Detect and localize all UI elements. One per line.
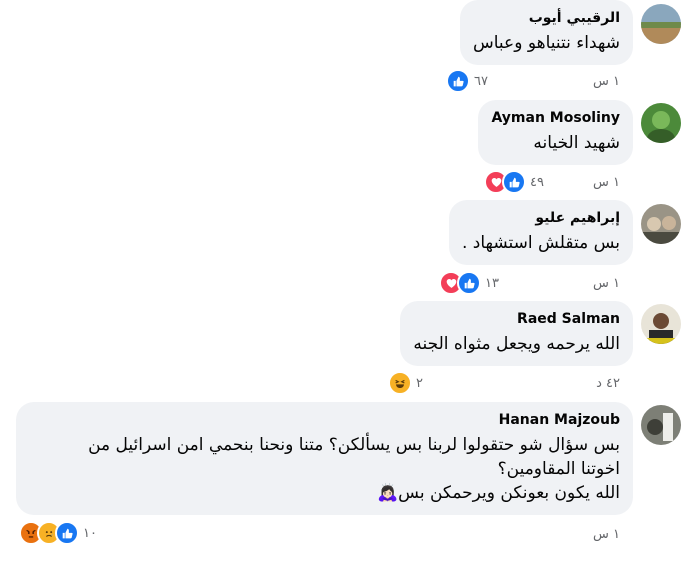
reaction-count: ٤٩ [530,174,544,190]
comment-text-line: بس سؤال شو حتقولوا لربنا بس يسألكن؟ متنا… [88,435,620,455]
like-icon [446,69,470,93]
comment-text-line: الله يكون بعونكن ويرحمكن بس🙇🏻‍♀️ [377,483,620,503]
comment-author[interactable]: Ayman Mosoliny [491,109,620,127]
avatar[interactable] [641,304,681,344]
comment-author[interactable]: الرقيبي أيوب [473,9,620,27]
comment-author[interactable]: إبراهيم عليو [462,209,620,227]
avatar[interactable] [641,103,681,143]
like-icon [502,170,526,194]
comment-author[interactable]: Raed Salman [413,310,620,328]
comment-bubble: إبراهيم عليو بس متقلش استشهاد . [448,200,633,265]
comment-text: شهداء نتنياهو وعباس [473,33,620,53]
comment-timestamp[interactable]: ١ س [593,276,620,291]
comment-bubble: Raed Salman الله يرحمه ويجعل مثواه الجنه [400,301,633,366]
avatar[interactable] [641,204,681,244]
reaction-summary[interactable]: ١٠ [19,521,97,545]
reaction-count: ٢ [416,375,423,391]
comment-bubble: الرقيبي أيوب شهداء نتنياهو وعباس [460,0,633,65]
comment-timestamp[interactable]: ١ س [593,74,620,89]
like-icon [457,271,481,295]
reaction-count: ١٠ [83,525,97,541]
comment-timestamp[interactable]: ١ س [593,527,620,542]
comment-text: الله يرحمه ويجعل مثواه الجنه [413,334,620,354]
avatar[interactable] [641,4,681,44]
reaction-count: ١٣ [485,275,499,291]
comment-text-line: اخوتنا المقاومين؟ [497,459,620,479]
comment-timestamp[interactable]: ٤٢ د [596,376,620,391]
comment-bubble: Ayman Mosoliny شهيد الخيانه [478,100,633,165]
like-icon [55,521,79,545]
comment-text: شهيد الخيانه [533,133,620,153]
reaction-count: ٦٧ [474,73,488,89]
haha-icon [388,371,412,395]
avatar[interactable] [641,405,681,445]
comment-text: بس متقلش استشهاد . [461,233,620,253]
reaction-summary[interactable]: ٦٧ [446,69,488,93]
comment-author[interactable]: Hanan Majzoub [29,411,620,429]
reaction-summary[interactable]: ٢ [388,371,423,395]
reaction-summary[interactable]: ١٣ [439,271,499,295]
comment-timestamp[interactable]: ١ س [593,175,620,190]
reaction-summary[interactable]: ٤٩ [484,170,544,194]
comment-bubble: Hanan Majzoub بس سؤال شو حتقولوا لربنا ب… [16,402,633,515]
